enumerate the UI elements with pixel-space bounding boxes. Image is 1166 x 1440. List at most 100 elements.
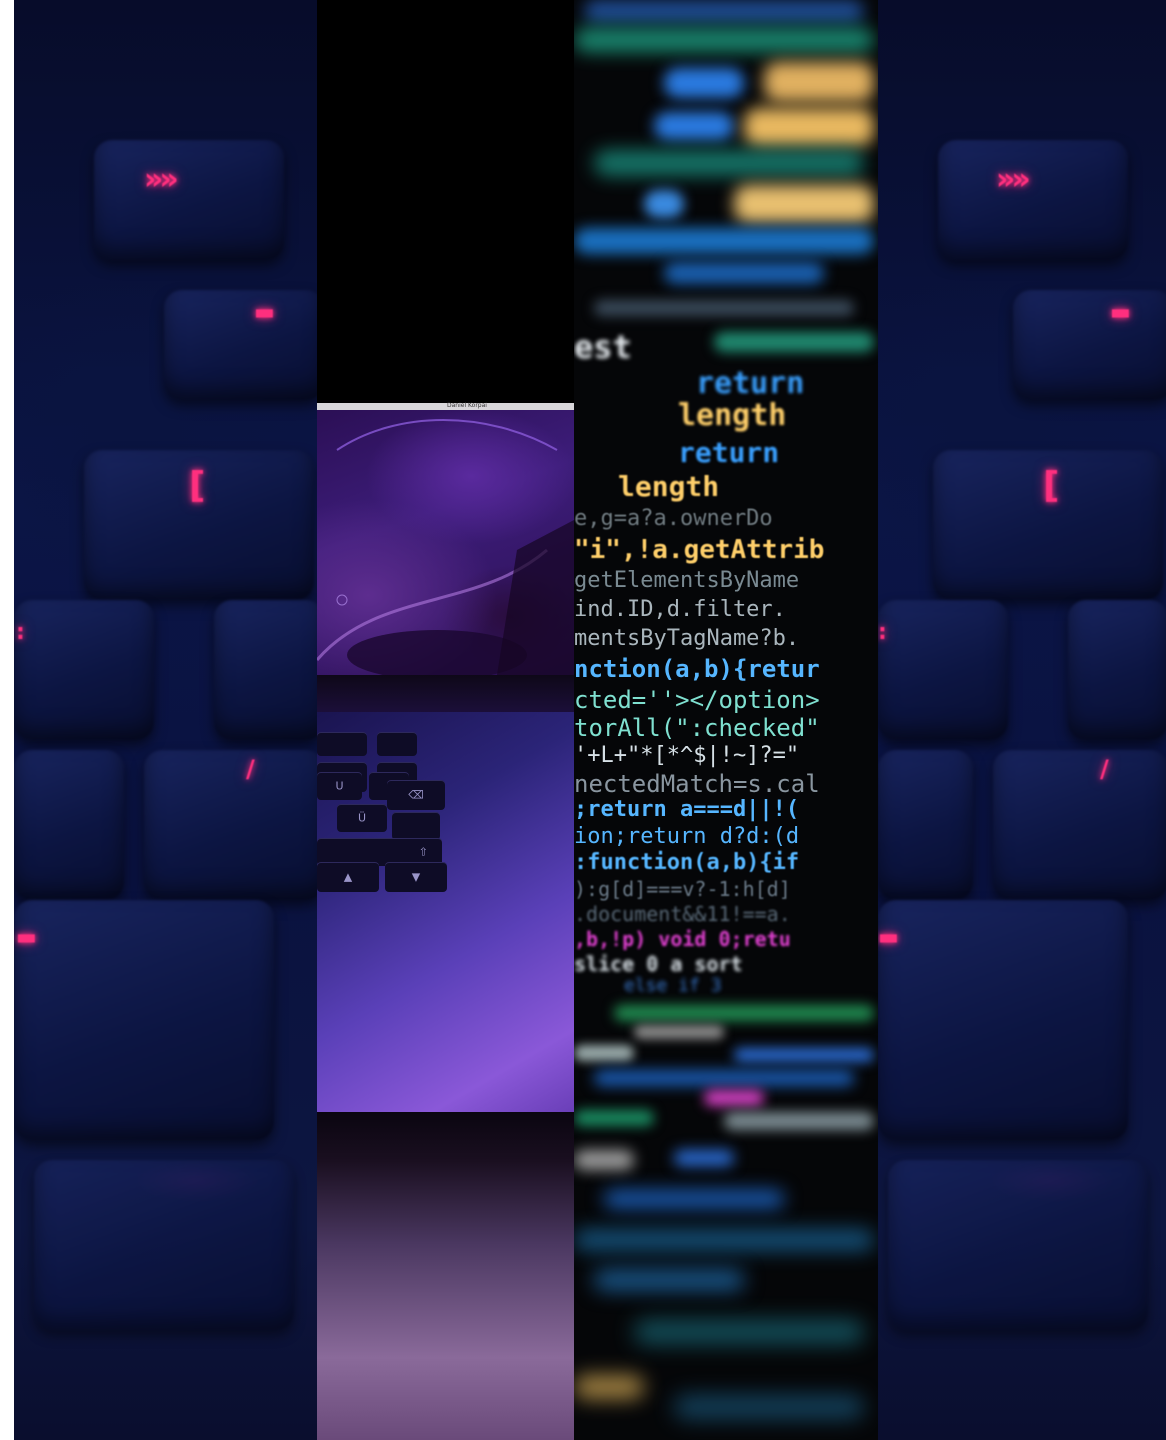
key-label: Ü	[357, 811, 367, 825]
blurred-code	[594, 1270, 744, 1290]
code-line: ;return a===d||!(	[574, 797, 800, 822]
code-line: .document&&11!==a.	[574, 902, 791, 926]
code-line: else if 3	[624, 975, 722, 996]
code-line: slice 0 a sort	[574, 952, 743, 976]
keycap	[878, 900, 1128, 1140]
keyboard-photo-right: »» ▬ [ : / ▬	[878, 0, 1166, 1440]
blurred-code	[574, 1230, 874, 1250]
code-line: e,g=a?a.ownerDo	[574, 506, 773, 531]
key-glow: ▬	[16, 925, 37, 950]
blurred-code	[724, 1112, 874, 1130]
key-label: ⇧	[418, 845, 428, 859]
key-glow: »»	[996, 162, 1031, 197]
desk-surface	[317, 1112, 574, 1440]
key-glow: [	[189, 465, 206, 506]
code-line: mentsByTagName?b.	[574, 626, 800, 651]
blurred-code	[764, 62, 874, 102]
keycap	[94, 140, 284, 260]
blurred-code	[664, 68, 744, 98]
blurred-code	[664, 262, 824, 284]
code-line: "i",!a.getAttrib	[574, 535, 825, 565]
key-glow: :	[878, 620, 887, 645]
blurred-code	[714, 332, 874, 352]
keyboard-photo-left: »» ▬ [ : / ▬	[14, 0, 317, 1440]
laptop-key: ▲	[317, 862, 379, 892]
code-line: length	[618, 470, 720, 503]
keycap	[878, 750, 973, 900]
blurred-code	[674, 1395, 864, 1419]
keycap	[34, 1160, 294, 1330]
key-glow: [	[1043, 465, 1060, 506]
key-label: ▲	[343, 870, 353, 884]
code-line: getElementsByName	[574, 568, 800, 593]
blurred-code	[704, 1090, 764, 1106]
blurred-code	[634, 1320, 864, 1344]
code-line: '+L+"*[*^$|!~]?="	[574, 743, 800, 768]
key-glow: ▬	[878, 925, 899, 950]
keycap	[144, 750, 317, 900]
blurred-code	[574, 1045, 634, 1061]
laptop-key	[377, 732, 417, 756]
code-screen-photo: est return length return length e,g=a?a.…	[574, 0, 878, 1440]
blurred-code	[604, 1190, 784, 1208]
code-line: length	[678, 398, 787, 433]
key-glow: »»	[144, 162, 179, 197]
code-line: cted=''></option>	[574, 686, 820, 714]
blurred-code	[644, 190, 684, 218]
keycap	[938, 140, 1128, 260]
code-line: torAll(":checked"	[574, 714, 820, 742]
code-line: ,b,!p) void 0;retu	[574, 927, 791, 951]
laptop-key	[317, 732, 367, 756]
key-label: ▼	[411, 870, 421, 884]
laptop-key: U	[317, 772, 362, 800]
keycap	[878, 600, 1008, 740]
blurred-code	[574, 28, 874, 52]
keycap	[993, 750, 1166, 900]
blurred-code	[574, 1375, 644, 1399]
keycap	[14, 600, 154, 740]
blurred-code	[634, 1025, 724, 1039]
code-line: ion;return d?d:(d	[574, 824, 800, 849]
blurred-code	[654, 112, 734, 140]
key-glow: :	[16, 620, 25, 645]
laptop-keyboard-deck: U ⌫ Ü ⇧ ▲ ▼	[317, 712, 574, 1112]
key-glow: ▬	[254, 300, 275, 325]
blurred-code	[734, 185, 874, 223]
code-line: ind.ID,d.filter.	[574, 597, 786, 622]
menubar-text: Daniel Korpai	[447, 402, 487, 409]
blurred-code	[734, 1048, 874, 1062]
blurred-code	[674, 1150, 734, 1166]
code-line: nectedMatch=s.cal	[574, 770, 820, 798]
code-line: est	[574, 328, 632, 366]
blurred-code	[574, 228, 874, 254]
laptop-key	[392, 812, 440, 840]
key-label: U	[335, 779, 344, 793]
blurred-code	[584, 0, 864, 22]
code-line: return	[696, 366, 805, 401]
code-line: nction(a,b){retur	[574, 655, 820, 683]
keycap	[164, 290, 317, 400]
screen-wallpaper	[317, 419, 574, 680]
laptop-key: ⌫	[387, 780, 445, 810]
laptop-photo: Daniel Korpai U ⌫ Ü ⇧ ▲ ▼	[317, 0, 574, 1440]
blurred-code	[594, 1070, 854, 1086]
key-glow: /	[246, 755, 255, 783]
blurred-code	[594, 150, 864, 176]
blurred-code	[594, 300, 854, 316]
key-label: ⌫	[408, 788, 424, 802]
code-line: :function(a,b){if	[574, 850, 800, 875]
keycap	[14, 750, 124, 900]
key-glow: ▬	[1110, 300, 1131, 325]
blurred-code	[574, 1150, 634, 1170]
keycap	[1068, 600, 1166, 740]
blurred-code	[614, 1005, 874, 1021]
code-line: return	[678, 436, 780, 469]
code-line: ):g[d]===v?-1:h[d]	[574, 877, 791, 901]
keycap	[14, 900, 274, 1140]
blurred-code	[574, 1110, 654, 1126]
laptop-key: ▼	[385, 862, 447, 892]
keycap	[888, 1160, 1148, 1330]
laptop-key: Ü	[337, 804, 387, 832]
keycap	[1013, 290, 1166, 400]
key-glow: /	[1100, 755, 1109, 783]
